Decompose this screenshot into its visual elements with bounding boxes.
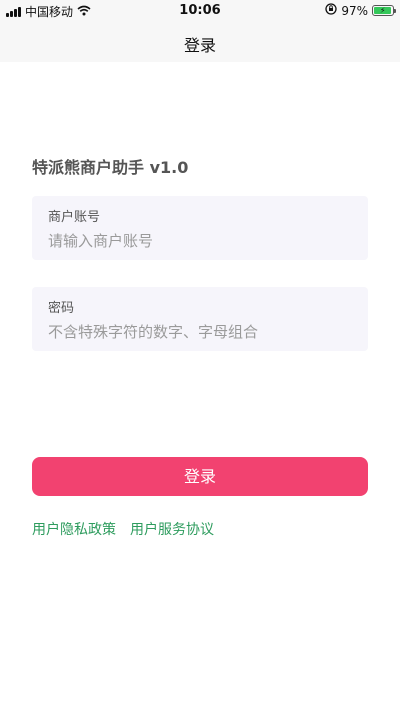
- account-input[interactable]: [48, 230, 348, 252]
- nav-bar: 登录: [0, 22, 400, 62]
- password-input[interactable]: [48, 321, 348, 343]
- page-title: 登录: [183, 36, 216, 55]
- login-button[interactable]: 登录: [32, 457, 368, 496]
- app-title: 特派熊商户助手 v1.0: [32, 158, 189, 177]
- password-field[interactable]: 密码: [32, 287, 368, 351]
- rotation-lock-icon: [325, 3, 337, 18]
- service-agreement-link[interactable]: 用户服务协议: [130, 519, 214, 539]
- status-bar: 中国移动 10:06 97% ⚡: [0, 0, 400, 22]
- account-label: 商户账号: [48, 210, 101, 225]
- password-label: 密码: [48, 301, 75, 316]
- status-right: 97% ⚡: [325, 3, 396, 18]
- battery-icon: ⚡: [372, 5, 396, 16]
- account-field[interactable]: 商户账号: [32, 196, 368, 260]
- privacy-policy-link[interactable]: 用户隐私政策: [32, 519, 116, 539]
- policy-links: 用户隐私政策 用户服务协议: [32, 519, 214, 539]
- battery-percent: 97%: [341, 3, 368, 18]
